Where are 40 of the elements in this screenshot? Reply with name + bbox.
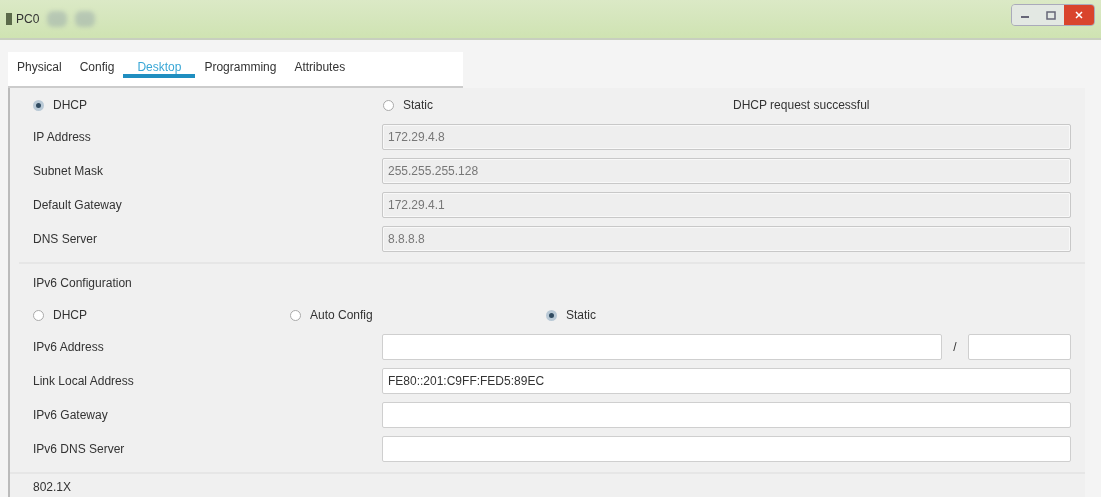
radio-button[interactable]: DHCP bbox=[33, 98, 87, 112]
field-label: IPv6 DNS Server bbox=[33, 442, 126, 456]
section-heading: IPv6 Configuration bbox=[33, 275, 133, 292]
tab[interactable]: Physical bbox=[17, 52, 62, 78]
input-field[interactable] bbox=[382, 436, 1071, 462]
toolbar-icon[interactable] bbox=[47, 11, 68, 27]
radio-dot[interactable] bbox=[383, 99, 394, 111]
radio-button[interactable]: Static bbox=[546, 308, 596, 322]
maximize-icon bbox=[1046, 10, 1056, 20]
radio-button[interactable]: Auto Config bbox=[290, 308, 373, 322]
input-field[interactable] bbox=[968, 334, 1071, 360]
radio-dot[interactable] bbox=[546, 309, 557, 321]
input-field[interactable] bbox=[382, 334, 942, 360]
maximize-button[interactable] bbox=[1038, 5, 1064, 25]
tab[interactable]: Programming bbox=[204, 52, 277, 78]
field-label: DNS Server bbox=[33, 232, 98, 246]
close-icon bbox=[1074, 10, 1084, 20]
radio-button[interactable]: Static bbox=[383, 98, 433, 112]
radio-dot[interactable] bbox=[33, 99, 44, 111]
field-label: IPv6 Gateway bbox=[33, 408, 109, 422]
toolbar-icon[interactable] bbox=[75, 11, 96, 27]
input-field[interactable] bbox=[382, 402, 1071, 428]
field-label: IPv6 Address bbox=[33, 340, 105, 354]
radio-dot[interactable] bbox=[290, 309, 301, 321]
computer-icon bbox=[6, 13, 12, 25]
field-label: IP Address bbox=[33, 130, 92, 144]
radio-dot[interactable] bbox=[33, 309, 44, 321]
field-label: Default Gateway bbox=[33, 198, 123, 212]
tab[interactable]: Config bbox=[79, 52, 115, 78]
minimize-button[interactable] bbox=[1012, 5, 1038, 25]
status-message: DHCP request successful bbox=[733, 98, 871, 112]
input-field[interactable]: FE80::201:C9FF:FED5:89EC bbox=[382, 368, 1071, 394]
radio-button[interactable]: DHCP bbox=[33, 308, 87, 322]
window-title: PC0 bbox=[16, 12, 40, 26]
separator-text: / bbox=[952, 340, 958, 354]
close-button[interactable] bbox=[1064, 5, 1094, 25]
field-label: Subnet Mask bbox=[33, 164, 105, 178]
tab[interactable]: Attributes bbox=[294, 52, 346, 78]
field-label: Link Local Address bbox=[33, 374, 135, 388]
section-heading: 802.1X bbox=[33, 480, 72, 494]
